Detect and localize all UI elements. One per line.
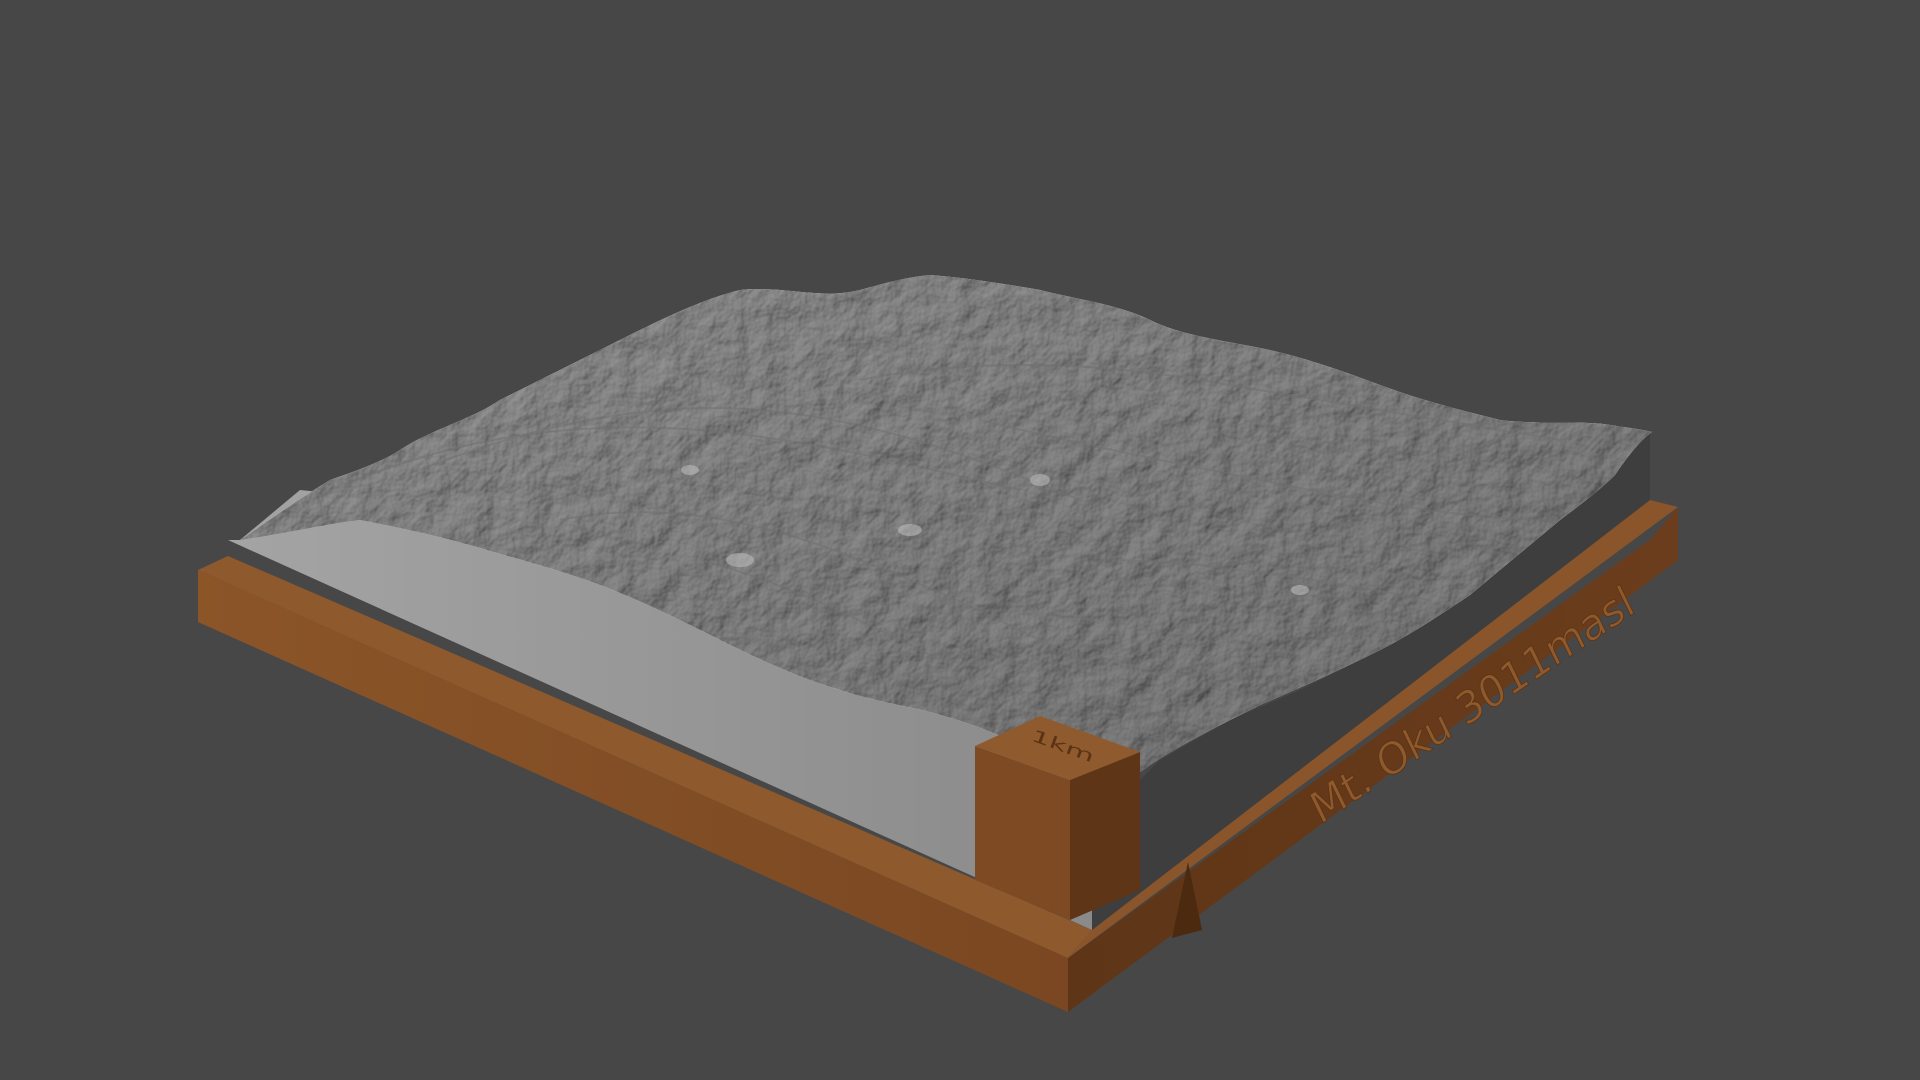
scale-post: 1km xyxy=(975,716,1140,920)
terrain-model-render: 1km Mt. Oku 3011masl xyxy=(198,275,1678,1012)
3d-viewport[interactable]: 1km Mt. Oku 3011masl xyxy=(0,0,1920,1080)
